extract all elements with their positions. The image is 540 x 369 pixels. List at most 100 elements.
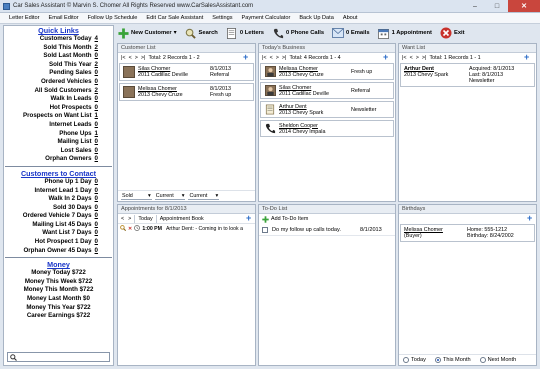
customers-to-contact-title[interactable]: Customers to Contact (4, 169, 113, 178)
prev-page-button[interactable]: < (270, 55, 273, 61)
want-item[interactable]: Arthur Dent 2013 Chevy Spark Acquired: 8/1… (400, 63, 535, 87)
emails-button[interactable]: 0 Emails (332, 27, 370, 39)
quick-link-item[interactable]: Sold This Month 2 (4, 44, 113, 53)
add-customer-icon[interactable]: + (243, 53, 250, 62)
menu-email-editor[interactable]: Email Editor (48, 15, 78, 21)
contact-item[interactable]: Sold 30 Days 0 (4, 204, 113, 213)
quick-link-count[interactable]: 0 (95, 78, 98, 87)
close-window-button[interactable]: ✕ (508, 0, 540, 12)
prev-page-button[interactable]: < (410, 55, 413, 61)
quick-link-item[interactable]: Sold This Year 2 (4, 61, 113, 70)
quick-link-count[interactable]: 0 (95, 52, 98, 61)
menu-follow-up-schedule[interactable]: Follow Up Schedule (88, 15, 138, 21)
quick-link-item[interactable]: Customers Today 4 (4, 35, 113, 44)
quick-link-count[interactable]: 0 (95, 104, 98, 113)
contact-item[interactable]: Mailing List 45 Days 0 (4, 221, 113, 230)
view-icon[interactable] (120, 225, 127, 233)
quick-link-item[interactable]: Ordered Vehicles 0 (4, 78, 113, 87)
contact-item[interactable]: Walk In 2 Days 0 (4, 195, 113, 204)
status-dropdown[interactable]: Sold ▾ (121, 193, 152, 200)
add-want-icon[interactable]: + (524, 53, 531, 62)
add-appointment-icon[interactable]: + (246, 214, 253, 223)
contact-count[interactable]: 0 (95, 187, 98, 196)
prev-day-button[interactable]: < (121, 216, 124, 222)
quick-link-item[interactable]: Hot Prospects 0 (4, 104, 113, 113)
search-button[interactable]: Search (185, 27, 218, 39)
quick-link-item[interactable]: Prospects on Want List 1 (4, 112, 113, 121)
radio-next-month[interactable]: Next Month (479, 357, 516, 363)
radio-this-month[interactable]: This Month (434, 357, 471, 363)
quick-link-count[interactable]: 4 (95, 35, 98, 44)
menu-payment-calculator[interactable]: Payment Calculator (242, 15, 291, 21)
first-page-button[interactable]: |< (262, 55, 267, 61)
contact-item[interactable]: Hot Prospect 1 Day 0 (4, 238, 113, 247)
last-page-button[interactable]: >| (141, 55, 146, 61)
add-business-icon[interactable]: + (383, 53, 390, 62)
menu-letter-editor[interactable]: Letter Editor (9, 15, 39, 21)
appointment-book-button[interactable]: Appointment Book (160, 216, 204, 222)
radio-today[interactable]: Today (403, 357, 426, 363)
contact-count[interactable]: 0 (95, 238, 98, 247)
quick-link-count[interactable]: 2 (95, 61, 98, 70)
today-button[interactable]: Today (138, 216, 152, 222)
next-day-button[interactable]: > (128, 216, 131, 222)
contact-item[interactable]: Phone Up 1 Day 0 (4, 178, 113, 187)
business-item[interactable]: Melissa Chomer 2013 Chevy Cruze Fresh up (260, 63, 394, 80)
quick-link-item[interactable]: Orphan Owners 0 (4, 155, 113, 164)
quick-link-count[interactable]: 0 (95, 69, 98, 78)
contact-count[interactable]: 0 (95, 178, 98, 187)
quick-link-count[interactable]: 0 (95, 147, 98, 156)
quick-link-count[interactable]: 2 (95, 87, 98, 96)
contact-count[interactable]: 0 (95, 229, 98, 238)
last-page-button[interactable]: >| (282, 55, 287, 61)
contact-item[interactable]: Ordered Vehicle 7 Days 0 (4, 212, 113, 221)
new-customer-button[interactable]: New Customer ▾ (117, 27, 177, 39)
period-dropdown[interactable]: Current ▾ (154, 193, 186, 200)
quick-link-count[interactable]: 0 (95, 121, 98, 130)
contact-count[interactable]: 0 (95, 195, 98, 204)
quick-link-count[interactable]: 0 (95, 155, 98, 164)
menu-edit-car-sale-assistant[interactable]: Edit Car Sale Assistant (146, 15, 203, 21)
range-dropdown[interactable]: Current ▾ (188, 193, 220, 200)
add-todo-button[interactable]: Add To-Do Item (262, 215, 311, 223)
contact-item[interactable]: Orphan Owner 45 Days 0 (4, 247, 113, 256)
menu-settings[interactable]: Settings (212, 15, 232, 21)
add-birthday-icon[interactable]: + (527, 214, 534, 223)
money-title[interactable]: Money (4, 260, 113, 269)
contact-count[interactable]: 0 (95, 247, 98, 256)
quick-link-item[interactable]: Mailing List 0 (4, 138, 113, 147)
menu-back-up-data[interactable]: Back Up Data (299, 15, 334, 21)
next-page-button[interactable]: > (135, 55, 138, 61)
contact-count[interactable]: 0 (95, 212, 98, 221)
exit-button[interactable]: Exit (440, 27, 465, 39)
appointment-row[interactable]: ✕ 1:00 PM Arthur Dent: - Coming in to lo… (118, 224, 255, 234)
contact-item[interactable]: Want List 7 Days 0 (4, 229, 113, 238)
appointment-button[interactable]: 1 Appointment (378, 27, 432, 39)
business-item[interactable]: Sheldon Cooper 2014 Chevy Impala (260, 120, 394, 137)
next-page-button[interactable]: > (276, 55, 279, 61)
quick-link-count[interactable]: 2 (95, 44, 98, 53)
quick-link-item[interactable]: Phone Ups 1 (4, 130, 113, 139)
maximize-button[interactable]: □ (486, 0, 508, 12)
todo-item[interactable]: Do my follow up calls today. 8/1/2013 (259, 224, 395, 236)
delete-icon[interactable]: ✕ (128, 226, 132, 232)
quick-link-count[interactable]: 1 (95, 130, 98, 139)
quick-link-item[interactable]: All Sold Customers 2 (4, 87, 113, 96)
letters-button[interactable]: 0 Letters (226, 27, 264, 39)
menu-about[interactable]: About (343, 15, 358, 21)
phone-calls-button[interactable]: 0 Phone Calls (272, 27, 324, 39)
contact-item[interactable]: Internet Lead 1 Day 0 (4, 187, 113, 196)
last-page-button[interactable]: >| (422, 55, 427, 61)
quick-link-count[interactable]: 0 (95, 95, 98, 104)
quick-link-count[interactable]: 0 (95, 138, 98, 147)
next-page-button[interactable]: > (416, 55, 419, 61)
quick-link-item[interactable]: Lost Sales 0 (4, 147, 113, 156)
first-page-button[interactable]: |< (402, 55, 407, 61)
quick-links-title[interactable]: Quick Links (4, 26, 113, 35)
business-item[interactable]: Silas Chomer 2011 Cadillac Deville Referra… (260, 82, 394, 99)
contact-count[interactable]: 0 (95, 204, 98, 213)
quick-link-item[interactable]: Walk In Leads 0 (4, 95, 113, 104)
minimize-button[interactable]: – (464, 0, 486, 12)
quick-link-item[interactable]: Sold Last Month 0 (4, 52, 113, 61)
birthday-card[interactable]: Melissa Chomer (Buyer) Home: 555-1212 Bi… (400, 224, 535, 242)
